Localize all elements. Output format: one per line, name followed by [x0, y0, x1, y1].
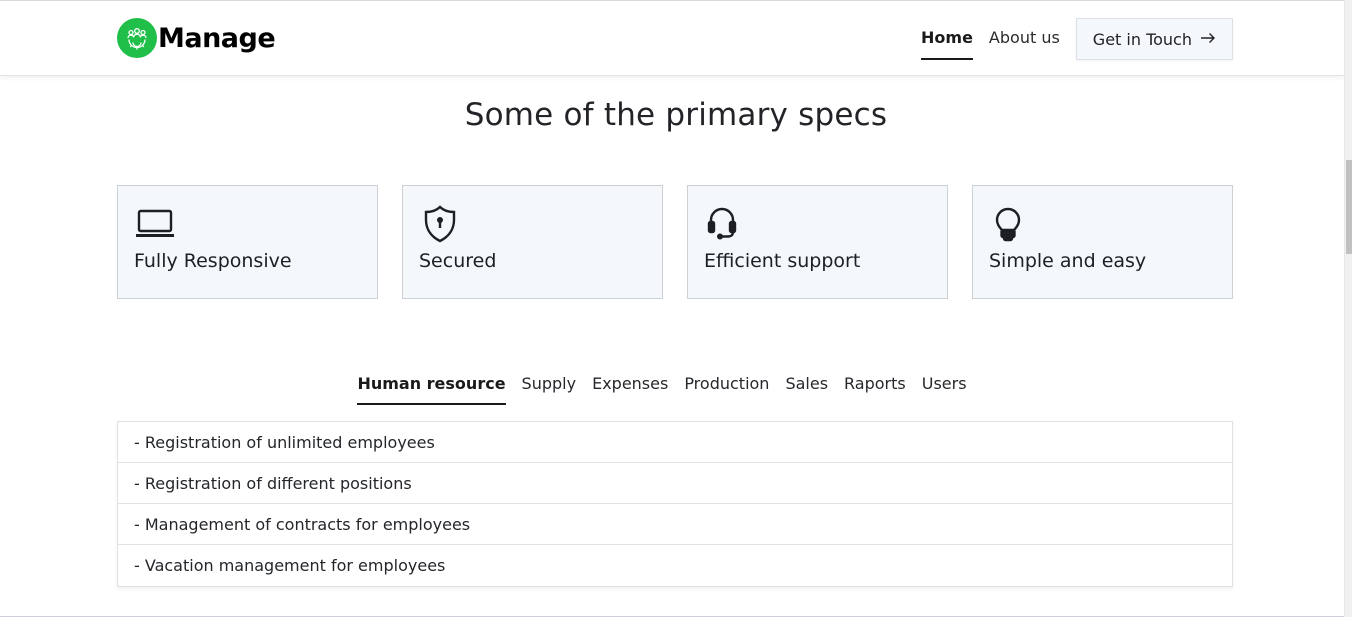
spec-card-fully-responsive: Fully Responsive: [117, 185, 378, 299]
spec-cards: Fully Responsive Secured Efficient suppo…: [117, 185, 1233, 299]
nav-home[interactable]: Home: [921, 18, 973, 60]
spec-card-simple-and-easy: Simple and easy: [972, 185, 1233, 299]
nav-about-us[interactable]: About us: [989, 18, 1060, 60]
tab-users[interactable]: Users: [922, 367, 967, 405]
list-item: - Registration of different positions: [118, 463, 1232, 504]
site-header: Manage Home About us Get in Touch: [0, 1, 1344, 76]
tab-expenses[interactable]: Expenses: [592, 367, 668, 405]
get-in-touch-label: Get in Touch: [1092, 29, 1192, 49]
tab-raports[interactable]: Raports: [844, 367, 906, 405]
spec-card-secured: Secured: [402, 185, 663, 299]
arrow-right-icon: [1200, 29, 1216, 49]
page-scrollbar[interactable]: [1344, 0, 1352, 617]
team-gear-icon: [117, 18, 157, 58]
main-nav: Home About us Get in Touch: [921, 18, 1233, 60]
spec-card-efficient-support: Efficient support: [687, 185, 948, 299]
spec-label: Secured: [419, 250, 497, 272]
feature-list: - Registration of unlimited employees - …: [117, 421, 1233, 587]
tab-supply[interactable]: Supply: [522, 367, 577, 405]
laptop-icon: [134, 203, 176, 245]
tab-human-resource[interactable]: Human resource: [357, 367, 506, 405]
spec-label: Simple and easy: [989, 250, 1147, 272]
spec-label: Efficient support: [704, 250, 861, 272]
list-item: - Registration of unlimited employees: [118, 422, 1232, 463]
shield-lock-icon: [419, 203, 461, 245]
module-tabs: Human resource Supply Expenses Productio…: [0, 367, 1344, 405]
spec-label: Fully Responsive: [134, 250, 292, 272]
tab-sales[interactable]: Sales: [785, 367, 828, 405]
list-item: - Management of contracts for employees: [118, 504, 1232, 545]
list-item: - Vacation management for employees: [134, 556, 446, 575]
logo[interactable]: Manage: [117, 18, 276, 58]
brand-name: Manage: [158, 22, 276, 54]
get-in-touch-button[interactable]: Get in Touch: [1075, 18, 1233, 60]
scrollbar-thumb[interactable]: [1346, 160, 1352, 254]
page-title: Some of the primary specs: [464, 97, 888, 133]
page: Manage Home About us Get in Touch Some o…: [0, 0, 1344, 617]
lightbulb-icon: [989, 203, 1031, 245]
tab-production[interactable]: Production: [684, 367, 769, 405]
headset-icon: [704, 203, 746, 245]
